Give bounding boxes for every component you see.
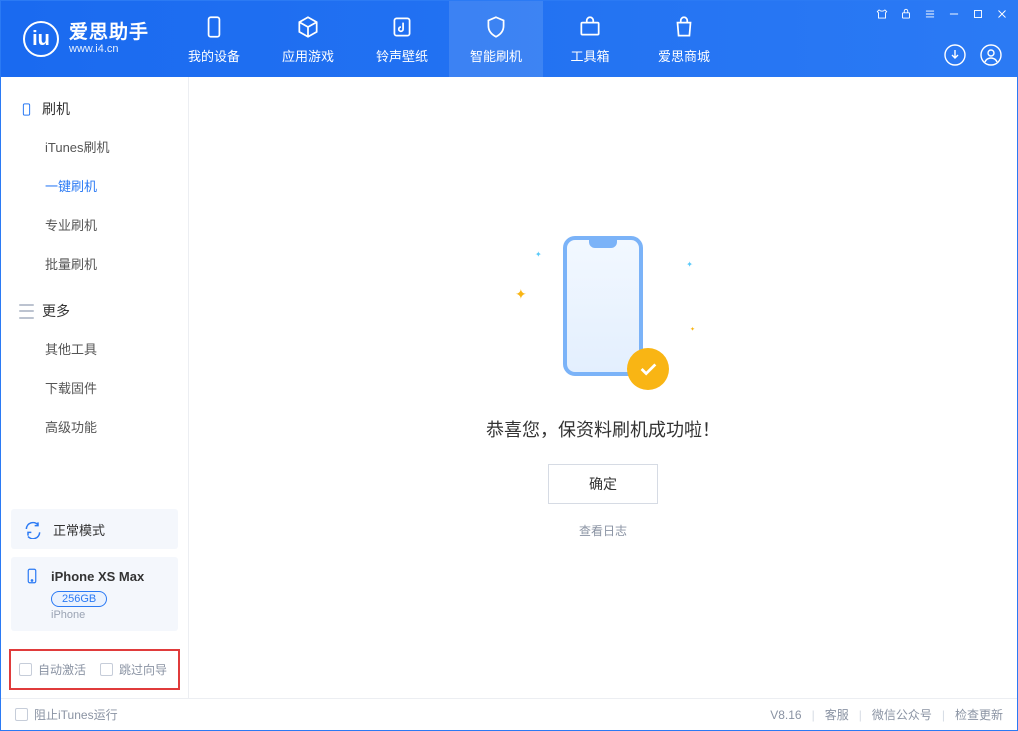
view-log-link[interactable]: 查看日志 (579, 522, 627, 539)
nav-store[interactable]: 爱思商城 (637, 1, 731, 77)
titlebar: iu 爱思助手 www.i4.cn 我的设备 应用游戏 铃声壁纸 智能刷机 (1, 1, 1017, 77)
sidebar-item-batch-flash[interactable]: 批量刷机 (1, 244, 188, 283)
nav-ringtones[interactable]: 铃声壁纸 (355, 1, 449, 77)
storage-badge: 256GB (51, 591, 107, 607)
bag-icon (671, 14, 697, 40)
phone-icon (19, 102, 34, 117)
list-icon (19, 304, 34, 319)
sidebar-group-flash: 刷机 (1, 91, 188, 127)
menu-icon[interactable] (923, 7, 937, 21)
user-icon[interactable] (979, 43, 1003, 67)
mode-label: 正常模式 (53, 520, 105, 539)
sidebar-group-more: 更多 (1, 293, 188, 329)
cube-icon (295, 14, 321, 40)
logo: iu 爱思助手 www.i4.cn (1, 1, 167, 77)
body: 刷机 iTunes刷机 一键刷机 专业刷机 批量刷机 更多 其他工具 下载固件 … (1, 77, 1017, 698)
device-name: iPhone XS Max (51, 569, 144, 584)
nav-my-device[interactable]: 我的设备 (167, 1, 261, 77)
shield-icon (483, 14, 509, 40)
nav-smart-flash[interactable]: 智能刷机 (449, 1, 543, 77)
device-panel: 正常模式 iPhone XS Max 256GB iPhone (1, 499, 188, 641)
app-window: iu 爱思助手 www.i4.cn 我的设备 应用游戏 铃声壁纸 智能刷机 (0, 0, 1018, 731)
sparkle-icon: ✦ (690, 326, 695, 333)
window-controls-top (875, 7, 1009, 21)
download-icon[interactable] (943, 43, 967, 67)
app-subtitle: www.i4.cn (69, 43, 149, 55)
version-label: V8.16 (770, 708, 801, 722)
device-phone-icon (23, 567, 41, 585)
mode-card[interactable]: 正常模式 (11, 509, 178, 549)
sidebar: 刷机 iTunes刷机 一键刷机 专业刷机 批量刷机 更多 其他工具 下载固件 … (1, 77, 189, 698)
close-icon[interactable] (995, 7, 1009, 21)
sidebar-item-advanced[interactable]: 高级功能 (1, 407, 188, 446)
minimize-icon[interactable] (947, 7, 961, 21)
statusbar: 阻止iTunes运行 V8.16 | 客服 | 微信公众号 | 检查更新 (1, 698, 1017, 730)
success-panel: ✦ ✦ ✦ ✦ 恭喜您，保资料刷机成功啦！ 确定 查看日志 (486, 236, 720, 539)
sidebar-item-other-tools[interactable]: 其他工具 (1, 329, 188, 368)
device-card[interactable]: iPhone XS Max 256GB iPhone (11, 557, 178, 631)
success-title: 恭喜您，保资料刷机成功啦！ (486, 416, 720, 442)
check-circle-icon (627, 348, 669, 390)
sidebar-item-itunes-flash[interactable]: iTunes刷机 (1, 127, 188, 166)
device-type: iPhone (51, 609, 166, 621)
music-icon (389, 14, 415, 40)
refresh-icon (23, 519, 43, 539)
success-illustration: ✦ ✦ ✦ ✦ (543, 236, 663, 396)
options-highlight-box: 自动激活 跳过向导 (9, 649, 180, 690)
briefcase-icon (577, 14, 603, 40)
status-link-update[interactable]: 检查更新 (955, 706, 1003, 723)
window-controls-bottom (943, 43, 1003, 67)
checkbox-auto-activate[interactable]: 自动激活 (19, 661, 86, 678)
checkbox-icon (15, 708, 28, 721)
main-content: ✦ ✦ ✦ ✦ 恭喜您，保资料刷机成功啦！ 确定 查看日志 (189, 77, 1017, 698)
maximize-icon[interactable] (971, 7, 985, 21)
device-icon (201, 14, 227, 40)
checkbox-skip-guide[interactable]: 跳过向导 (100, 661, 167, 678)
status-link-support[interactable]: 客服 (825, 706, 849, 723)
logo-icon: iu (23, 21, 59, 57)
status-link-wechat[interactable]: 微信公众号 (872, 706, 932, 723)
checkbox-block-itunes[interactable]: 阻止iTunes运行 (15, 706, 118, 723)
top-nav: 我的设备 应用游戏 铃声壁纸 智能刷机 工具箱 爱思商城 (167, 1, 731, 77)
nav-toolbox[interactable]: 工具箱 (543, 1, 637, 77)
sidebar-item-download-firmware[interactable]: 下载固件 (1, 368, 188, 407)
lock-icon[interactable] (899, 7, 913, 21)
app-title: 爱思助手 (69, 23, 149, 44)
checkbox-icon (100, 663, 113, 676)
sparkle-icon: ✦ (535, 250, 542, 259)
ok-button[interactable]: 确定 (548, 464, 658, 504)
sparkle-icon: ✦ (515, 286, 527, 303)
nav-apps-games[interactable]: 应用游戏 (261, 1, 355, 77)
checkbox-icon (19, 663, 32, 676)
sparkle-icon: ✦ (686, 260, 693, 269)
sidebar-item-oneclick-flash[interactable]: 一键刷机 (1, 166, 188, 205)
shirt-icon[interactable] (875, 7, 889, 21)
sidebar-item-pro-flash[interactable]: 专业刷机 (1, 205, 188, 244)
